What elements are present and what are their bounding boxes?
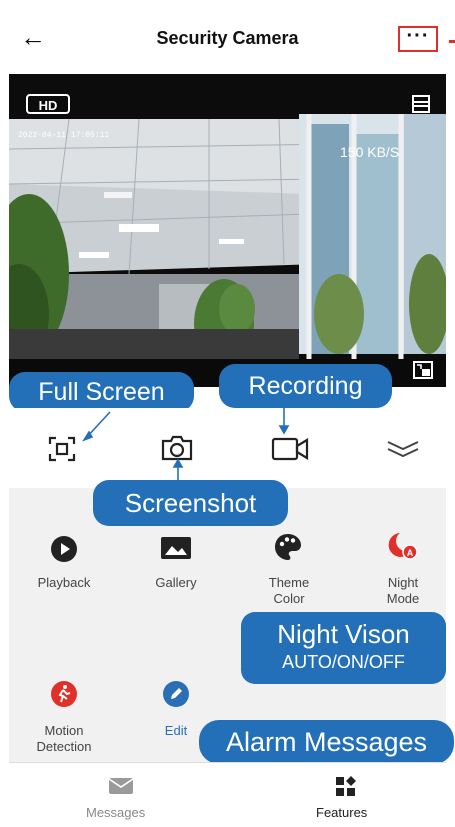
tab-features[interactable]: Features [316,805,367,820]
playback-label[interactable]: Playback [24,575,104,591]
alarm-messages-callout: Alarm Messages [199,720,454,764]
messages-icon[interactable] [108,776,134,801]
screenshot-callout: Screenshot [93,480,288,526]
palette-icon[interactable] [273,532,303,567]
night-vision-modes: AUTO/ON/OFF [282,652,405,672]
features-grid-icon[interactable] [335,776,357,803]
bottom-tab-bar [9,762,446,827]
motion-detection-icon[interactable] [49,679,79,714]
tab-messages[interactable]: Messages [86,805,145,820]
theme-color-label[interactable]: Theme Color [249,575,329,607]
night-vision-callout: Night Vison AUTO/ON/OFF [241,612,446,684]
gallery-label[interactable]: Gallery [136,575,216,591]
night-mode-icon[interactable]: A [384,530,420,567]
svg-text:A: A [407,548,414,558]
gallery-icon[interactable] [160,536,192,565]
playback-icon[interactable] [49,534,79,569]
night-mode-label[interactable]: Night Mode [363,575,443,607]
night-vision-title: Night Vison [277,619,410,649]
motion-detection-label[interactable]: Motion Detection [24,723,104,755]
edit-icon[interactable] [161,679,191,714]
